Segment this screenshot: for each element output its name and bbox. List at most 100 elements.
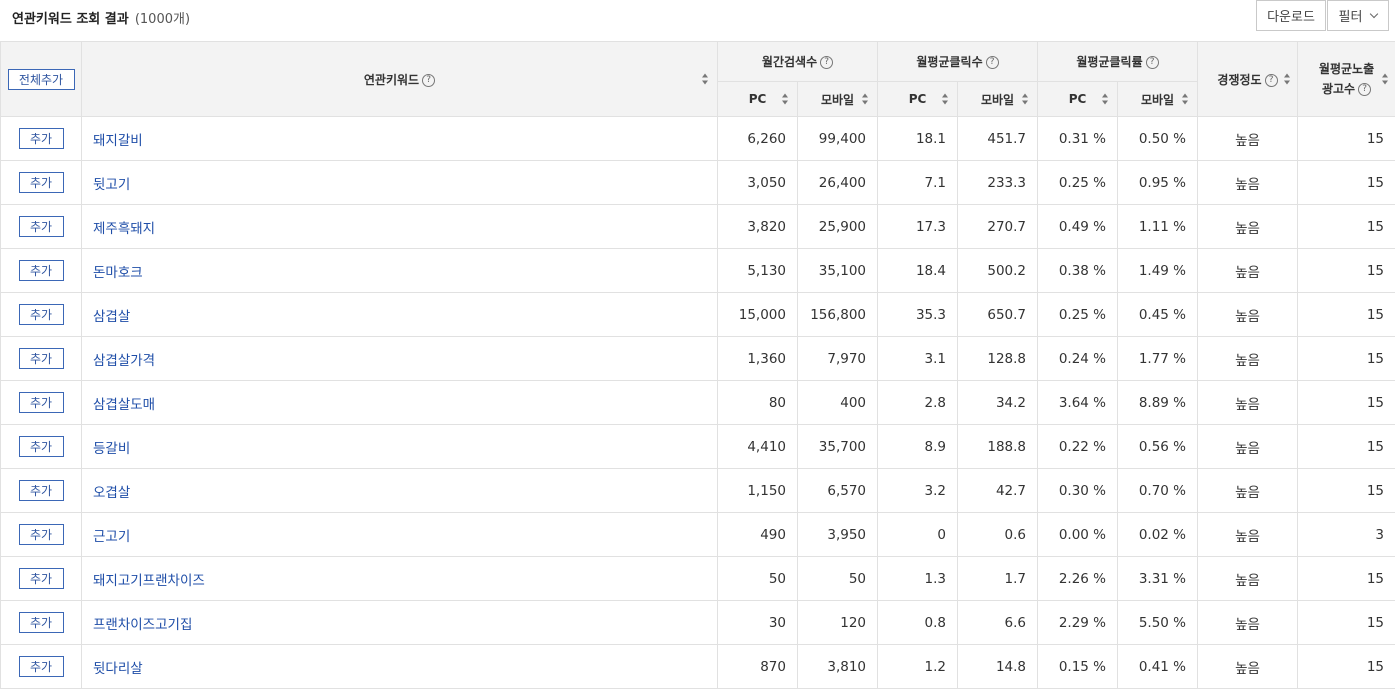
keyword-header[interactable]: 연관키워드?	[82, 42, 718, 117]
search-pc-header[interactable]: PC	[718, 82, 798, 117]
add-all-button[interactable]: 전체추가	[8, 69, 75, 90]
ctr-pc-cell: 2.29 %	[1038, 601, 1118, 645]
add-keyword-button[interactable]: 추가	[19, 436, 64, 457]
add-keyword-button[interactable]: 추가	[19, 568, 64, 589]
table-row: 추가 삼겹살 15,000 156,800 35.3 650.7 0.25 % …	[1, 293, 1395, 337]
ad-count-label-line1: 월평균노출	[1319, 62, 1374, 76]
search-mobile-header[interactable]: 모바일	[798, 82, 878, 117]
table-row: 추가 삼겹살도매 80 400 2.8 34.2 3.64 % 8.89 % 높…	[1, 381, 1395, 425]
keyword-link[interactable]: 뒷다리살	[82, 645, 718, 689]
add-keyword-button[interactable]: 추가	[19, 216, 64, 237]
competition-label: 경쟁정도	[1217, 73, 1261, 87]
keyword-link[interactable]: 삼겹살가격	[82, 337, 718, 381]
pc-label: PC	[909, 92, 927, 106]
clicks-pc-cell: 2.8	[878, 381, 958, 425]
ad-count-cell: 15	[1298, 205, 1395, 249]
clicks-mobile-cell: 650.7	[958, 293, 1038, 337]
competition-cell: 높음	[1198, 513, 1298, 557]
keyword-link[interactable]: 뒷고기	[82, 161, 718, 205]
keyword-link[interactable]: 오겹살	[82, 469, 718, 513]
keyword-link[interactable]: 삼겹살	[82, 293, 718, 337]
help-icon[interactable]: ?	[820, 56, 833, 69]
competition-header[interactable]: 경쟁정도?	[1198, 42, 1298, 117]
add-cell: 추가	[1, 513, 82, 557]
clicks-mobile-header[interactable]: 모바일	[958, 82, 1038, 117]
avg-ctr-header: 월평균클릭률?	[1038, 42, 1198, 82]
keyword-link[interactable]: 돼지고기프랜차이즈	[82, 557, 718, 601]
avg-clicks-label: 월평균클릭수	[916, 55, 982, 69]
clicks-pc-cell: 17.3	[878, 205, 958, 249]
search-pc-cell: 1,150	[718, 469, 798, 513]
help-icon[interactable]: ?	[1146, 56, 1159, 69]
ad-count-header[interactable]: 월평균노출 광고수?	[1298, 42, 1395, 117]
mobile-label: 모바일	[1141, 93, 1174, 107]
sort-icon[interactable]	[862, 94, 869, 105]
competition-cell: 높음	[1198, 293, 1298, 337]
help-icon[interactable]: ?	[422, 74, 435, 87]
keyword-link[interactable]: 등갈비	[82, 425, 718, 469]
keyword-table: 전체추가 연관키워드? 월간검색수? 월평균클릭수? 월평균클릭률? 경쟁정도?…	[0, 41, 1395, 689]
search-mobile-cell: 99,400	[798, 117, 878, 161]
sort-icon[interactable]	[1284, 74, 1291, 85]
search-pc-cell: 490	[718, 513, 798, 557]
ctr-mobile-cell: 0.02 %	[1118, 513, 1198, 557]
filter-button[interactable]: 필터	[1327, 0, 1389, 31]
ctr-pc-cell: 0.49 %	[1038, 205, 1118, 249]
add-keyword-button[interactable]: 추가	[19, 348, 64, 369]
ad-count-cell: 15	[1298, 425, 1395, 469]
clicks-pc-cell: 3.1	[878, 337, 958, 381]
avg-ctr-label: 월평균클릭률	[1076, 55, 1142, 69]
ctr-mobile-cell: 5.50 %	[1118, 601, 1198, 645]
sort-icon[interactable]	[942, 94, 949, 105]
ctr-pc-header[interactable]: PC	[1038, 82, 1118, 117]
competition-cell: 높음	[1198, 469, 1298, 513]
add-keyword-button[interactable]: 추가	[19, 612, 64, 633]
add-keyword-button[interactable]: 추가	[19, 304, 64, 325]
search-mobile-cell: 6,570	[798, 469, 878, 513]
keyword-link[interactable]: 제주흑돼지	[82, 205, 718, 249]
sort-icon[interactable]	[782, 94, 789, 105]
competition-cell: 높음	[1198, 425, 1298, 469]
add-cell: 추가	[1, 293, 82, 337]
table-row: 추가 근고기 490 3,950 0 0.6 0.00 % 0.02 % 높음 …	[1, 513, 1395, 557]
add-cell: 추가	[1, 469, 82, 513]
sort-icon[interactable]	[702, 74, 709, 85]
table-row: 추가 등갈비 4,410 35,700 8.9 188.8 0.22 % 0.5…	[1, 425, 1395, 469]
sort-icon[interactable]	[1022, 94, 1029, 105]
keyword-link[interactable]: 프랜차이즈고기집	[82, 601, 718, 645]
ad-count-cell: 15	[1298, 117, 1395, 161]
sort-icon[interactable]	[1382, 74, 1389, 85]
keyword-link[interactable]: 근고기	[82, 513, 718, 557]
download-button[interactable]: 다운로드	[1256, 0, 1326, 31]
add-keyword-button[interactable]: 추가	[19, 260, 64, 281]
add-keyword-button[interactable]: 추가	[19, 524, 64, 545]
keyword-link[interactable]: 돼지갈비	[82, 117, 718, 161]
ctr-mobile-cell: 0.70 %	[1118, 469, 1198, 513]
add-keyword-button[interactable]: 추가	[19, 172, 64, 193]
help-icon[interactable]: ?	[1358, 83, 1371, 96]
competition-cell: 높음	[1198, 249, 1298, 293]
add-keyword-button[interactable]: 추가	[19, 128, 64, 149]
ad-count-cell: 15	[1298, 161, 1395, 205]
keyword-link[interactable]: 삼겹살도매	[82, 381, 718, 425]
keyword-link[interactable]: 돈마호크	[82, 249, 718, 293]
clicks-pc-cell: 8.9	[878, 425, 958, 469]
help-icon[interactable]: ?	[986, 56, 999, 69]
add-keyword-button[interactable]: 추가	[19, 392, 64, 413]
add-keyword-button[interactable]: 추가	[19, 480, 64, 501]
help-icon[interactable]: ?	[1265, 74, 1278, 87]
table-row: 추가 제주흑돼지 3,820 25,900 17.3 270.7 0.49 % …	[1, 205, 1395, 249]
ctr-pc-cell: 0.38 %	[1038, 249, 1118, 293]
ctr-mobile-header[interactable]: 모바일	[1118, 82, 1198, 117]
clicks-mobile-cell: 42.7	[958, 469, 1038, 513]
filter-label: 필터	[1339, 6, 1363, 25]
clicks-mobile-cell: 188.8	[958, 425, 1038, 469]
sort-icon[interactable]	[1102, 94, 1109, 105]
ctr-mobile-cell: 0.45 %	[1118, 293, 1198, 337]
add-keyword-button[interactable]: 추가	[19, 656, 64, 677]
competition-cell: 높음	[1198, 205, 1298, 249]
competition-cell: 높음	[1198, 381, 1298, 425]
clicks-pc-header[interactable]: PC	[878, 82, 958, 117]
ctr-mobile-cell: 8.89 %	[1118, 381, 1198, 425]
sort-icon[interactable]	[1182, 94, 1189, 105]
